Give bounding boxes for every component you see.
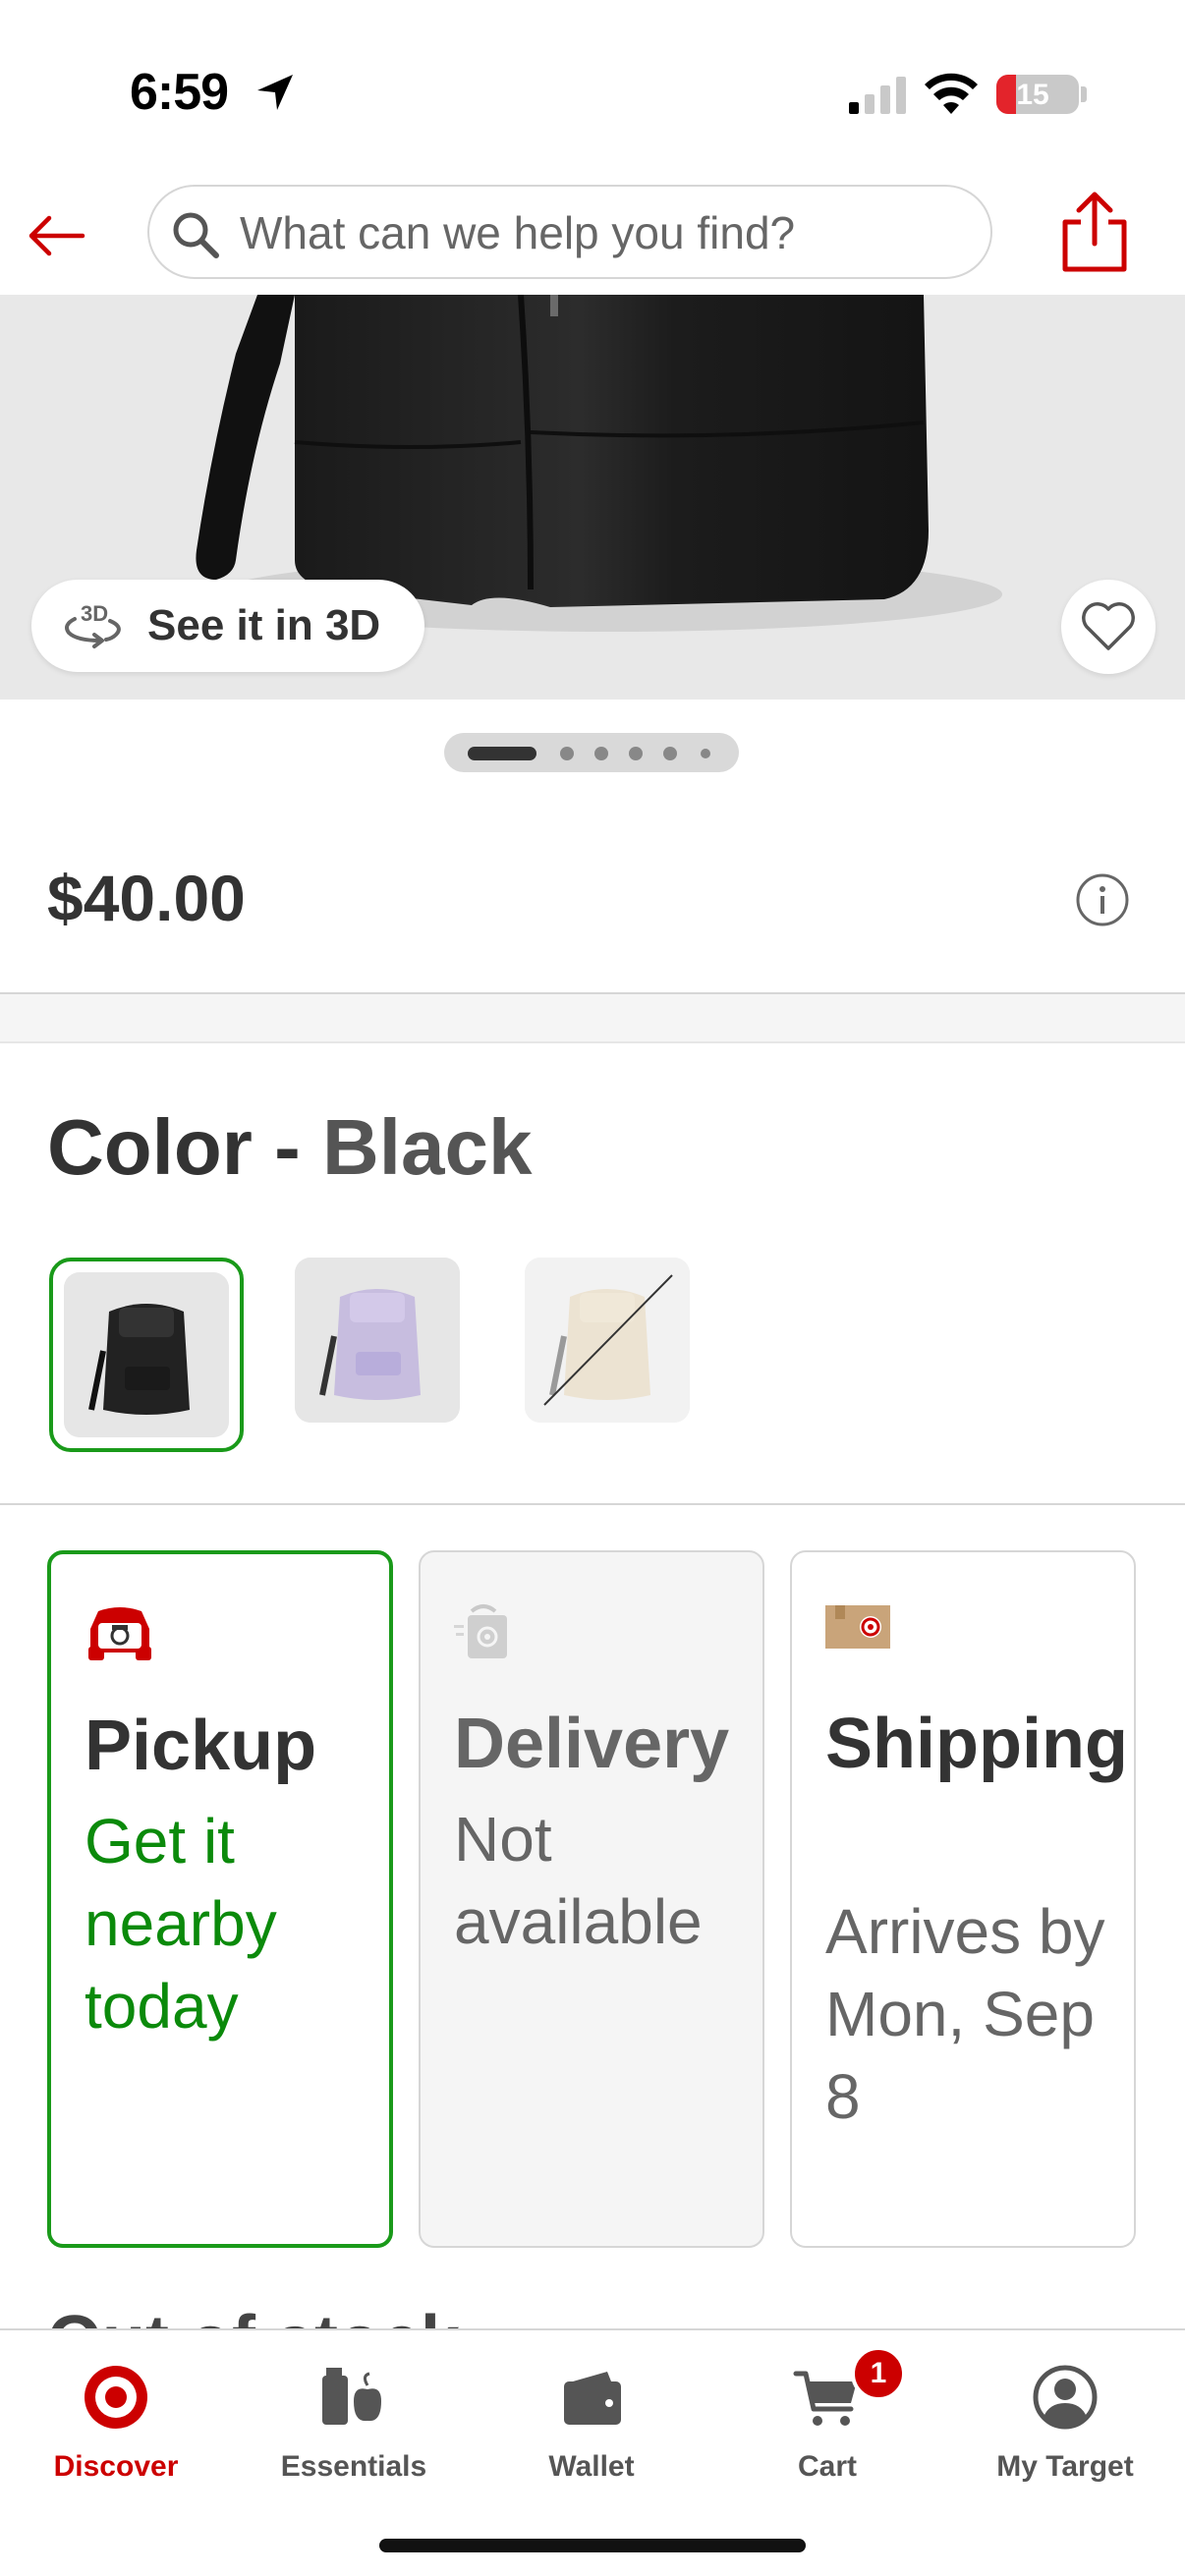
delivery-subtitle: Not available <box>454 1804 703 1957</box>
tab-wallet[interactable]: Wallet <box>493 2352 690 2490</box>
carousel-dot <box>629 747 643 760</box>
share-icon[interactable] <box>1055 189 1134 275</box>
tab-discover[interactable]: Discover <box>18 2352 214 2490</box>
shipping-title: Shipping <box>825 1705 1128 1783</box>
back-arrow-icon[interactable] <box>22 200 92 271</box>
account-icon <box>1033 2365 1098 2430</box>
tab-label: Wallet <box>548 2450 635 2483</box>
color-swatch-cream-unavailable[interactable] <box>525 1258 690 1423</box>
top-nav <box>0 177 1185 295</box>
shipping-box-icon <box>825 1605 890 1649</box>
tab-essentials[interactable]: Essentials <box>255 2352 452 2490</box>
search-bar[interactable] <box>147 185 992 279</box>
carousel-pagination[interactable] <box>444 733 739 772</box>
heart-icon <box>1082 602 1135 650</box>
color-swatch-black[interactable] <box>64 1272 229 1437</box>
carousel-dot <box>663 747 677 760</box>
status-time: 6:59 <box>130 64 229 121</box>
battery-cap <box>1081 86 1087 102</box>
pickup-option-card[interactable]: Pickup Get it nearby today <box>47 1550 393 2248</box>
product-price: $40.00 <box>47 862 246 934</box>
cellular-signal-icon <box>849 77 906 114</box>
carousel-dot <box>701 749 710 758</box>
shipping-subtitle: Arrives by Mon, Sep 8 <box>825 1896 1105 2132</box>
see-in-3d-button[interactable]: 3D See it in 3D <box>31 580 424 672</box>
view-3d-icon: 3D <box>65 601 121 648</box>
pickup-title: Pickup <box>85 1707 317 1785</box>
essentials-icon <box>322 2368 381 2425</box>
tab-label: Discover <box>53 2450 179 2483</box>
cart-count-badge: 1 <box>851 2346 906 2401</box>
tab-label: My Target <box>996 2450 1134 2483</box>
drive-up-car-icon <box>88 1607 151 1660</box>
favorite-button[interactable] <box>1061 580 1156 674</box>
cream-backpack-thumbnail <box>525 1258 690 1423</box>
tab-label: Essentials <box>280 2450 427 2483</box>
carousel-dot-active <box>468 747 536 760</box>
info-icon[interactable] <box>1075 872 1130 927</box>
location-arrow-icon <box>257 75 293 110</box>
battery-percentage: 15 <box>1016 79 1049 111</box>
search-input[interactable] <box>240 204 967 261</box>
battery-indicator: 15 <box>996 75 1079 114</box>
status-bar: 6:59 15 <box>0 0 1185 177</box>
product-image-carousel[interactable]: 3D See it in 3D <box>0 295 1185 700</box>
delivery-bag-icon <box>454 1604 507 1658</box>
delivery-title: Delivery <box>454 1705 730 1783</box>
wifi-icon <box>925 73 978 114</box>
tab-label: Cart <box>797 2450 857 2483</box>
svg-text:3D: 3D <box>81 601 108 626</box>
selected-color-value: Black <box>321 1103 533 1191</box>
color-label: Color <box>47 1103 253 1191</box>
carousel-dot <box>560 747 574 760</box>
see-in-3d-label: See it in 3D <box>147 601 381 649</box>
section-divider <box>0 1503 1185 1505</box>
tab-my-target[interactable]: My Target <box>967 2352 1163 2490</box>
delivery-option-card[interactable]: Delivery Not available <box>419 1550 764 2248</box>
section-divider <box>0 992 1185 1043</box>
search-icon <box>173 212 219 258</box>
pickup-subtitle: Get it nearby today <box>85 1806 277 2042</box>
color-heading: Color - Black <box>47 1102 532 1193</box>
target-bullseye-icon <box>85 2366 147 2429</box>
lavender-backpack-thumbnail <box>295 1258 460 1423</box>
color-swatch-lavender[interactable] <box>295 1258 460 1423</box>
tab-cart[interactable]: 1 Cart <box>729 2346 926 2490</box>
wallet-icon <box>564 2372 621 2425</box>
shipping-option-card[interactable]: Shipping Arrives by Mon, Sep 8 <box>790 1550 1136 2248</box>
color-separator: - <box>252 1103 322 1191</box>
home-indicator <box>379 2539 806 2552</box>
carousel-dot <box>594 747 608 760</box>
black-backpack-thumbnail <box>64 1272 229 1437</box>
